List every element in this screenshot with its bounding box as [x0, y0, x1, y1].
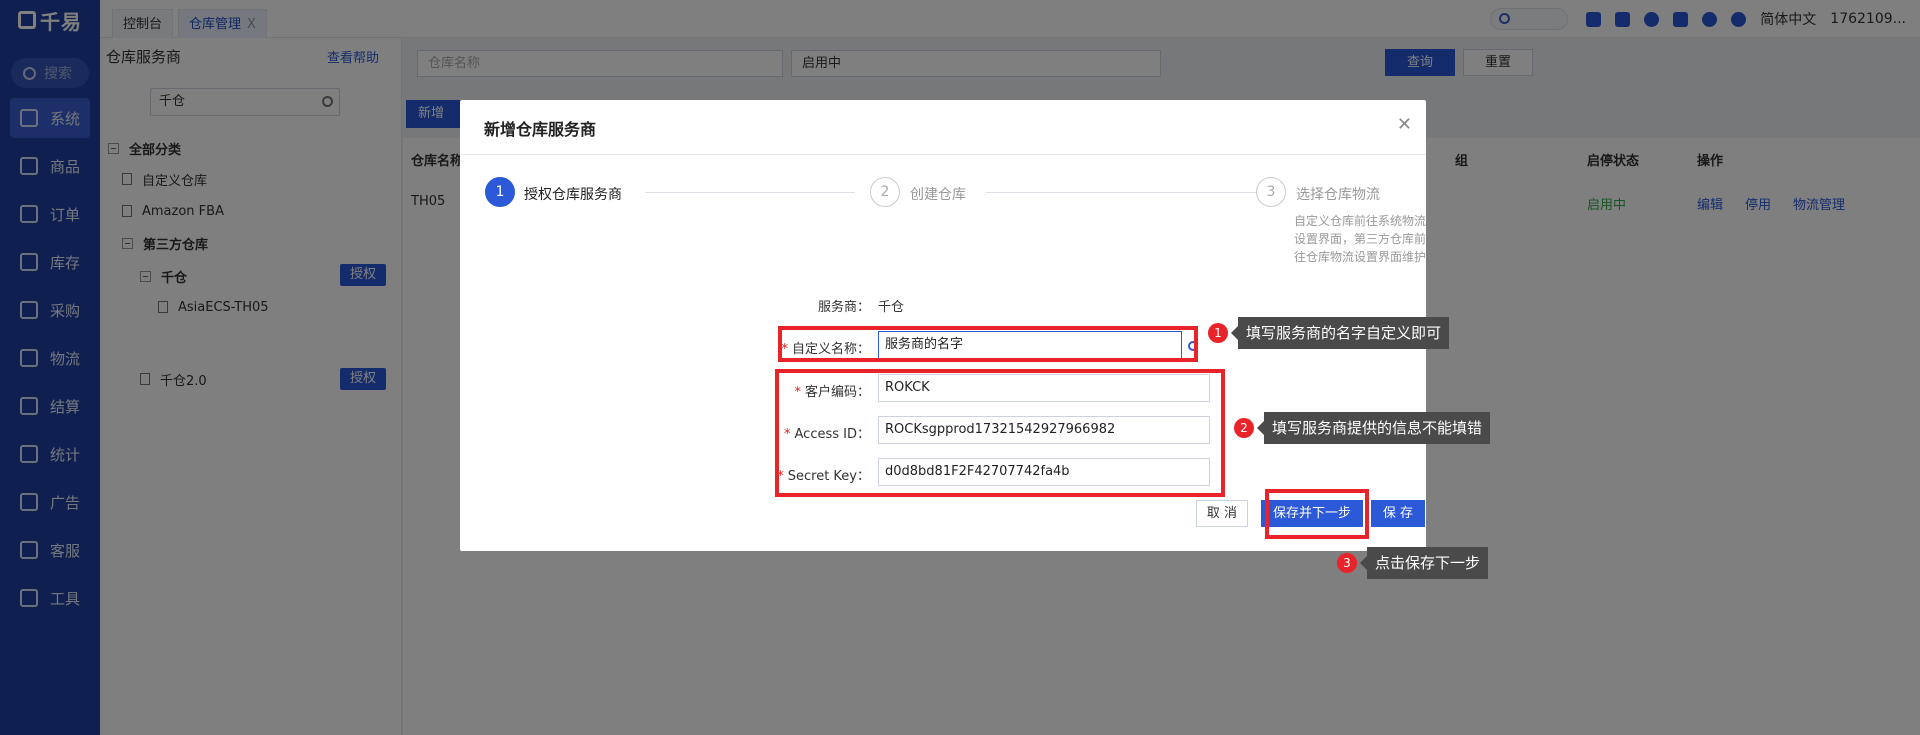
provider-label: 服务商： [817, 300, 870, 315]
cancel-button[interactable]: 取 消 [1196, 500, 1248, 527]
step-line [986, 192, 1256, 193]
step-3-circle: 3 [1256, 177, 1286, 207]
step-3-label: 选择仓库物流 [1296, 187, 1380, 203]
annotation-badge-3: 3 [1337, 553, 1357, 573]
highlight-box-save-next [1265, 489, 1369, 539]
annotation-badge-2: 2 [1234, 418, 1254, 438]
step-1-circle: 1 [485, 177, 515, 207]
step-2-label: 创建仓库 [910, 187, 966, 203]
annotation-tip-3: 点击保存下一步 [1359, 547, 1489, 579]
annotation-badge-1: 1 [1208, 323, 1228, 343]
step-3-description: 自定义仓库前往系统物流设置界面，第三方仓库前往仓库物流设置界面维护 [1294, 214, 1427, 264]
highlight-box-custom-name [778, 326, 1198, 362]
divider [460, 154, 1426, 155]
step-2-circle: 2 [870, 177, 900, 207]
provider-value: 千仓 [878, 300, 905, 315]
highlight-box-credentials [775, 369, 1225, 497]
step-1-label: 授权仓库服务商 [524, 187, 622, 203]
save-button[interactable]: 保 存 [1371, 500, 1425, 527]
annotation-tip-1: 填写服务商的名字自定义即可 [1230, 317, 1450, 349]
modal-title: 新增仓库服务商 [484, 120, 597, 139]
close-icon[interactable]: ✕ [1397, 114, 1412, 135]
annotation-tip-2: 填写服务商提供的信息不能填错 [1256, 412, 1491, 444]
step-line [645, 192, 855, 193]
